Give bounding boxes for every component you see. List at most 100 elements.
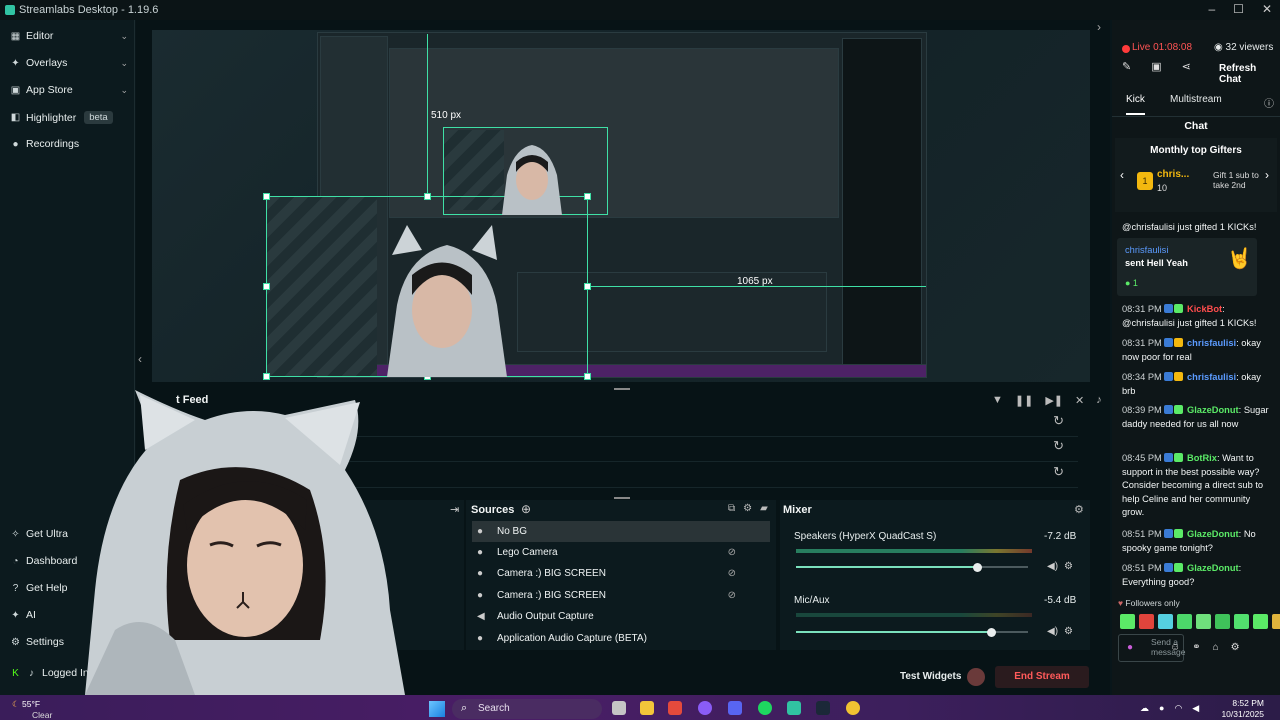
file-explorer-icon[interactable]	[640, 701, 654, 715]
source-item[interactable]: ● Application Audio Capture (BETA)	[472, 628, 770, 649]
volume-icon[interactable]: ♪	[1096, 394, 1102, 407]
weather-widget[interactable]: ☾ 55°F Clear	[12, 699, 52, 720]
refresh-icon[interactable]: ↻	[1053, 438, 1064, 454]
spotify-icon[interactable]	[758, 701, 772, 715]
next-arrow-icon[interactable]: ›	[1265, 168, 1269, 182]
refresh-icon[interactable]: ↻	[1053, 464, 1064, 480]
pause-icon[interactable]: ❚❚	[1015, 394, 1033, 407]
gear-icon[interactable]: ⚙	[1064, 561, 1073, 572]
share-icon[interactable]: ⋖	[1182, 60, 1191, 73]
skip-icon[interactable]: ▶❚	[1045, 394, 1063, 407]
speaker-icon[interactable]: ◀)	[1047, 561, 1058, 572]
maximize-icon[interactable]: ☐	[1233, 2, 1244, 16]
chat-username[interactable]: chrisfaulisi	[1125, 245, 1168, 255]
scene-collapse-icon[interactable]: ⇥	[450, 503, 459, 516]
resize-handle[interactable]	[263, 283, 270, 290]
resize-handle[interactable]	[263, 193, 270, 200]
tab-multistream[interactable]: Multistream	[1170, 94, 1222, 105]
record-button[interactable]	[967, 668, 985, 686]
nav-editor[interactable]: ▦ Editor ⌄	[10, 30, 128, 42]
chat-username[interactable]: GlazeDonut	[1187, 405, 1239, 415]
slider-knob[interactable]	[986, 627, 996, 637]
hidden-eye-icon[interactable]: ⊘	[728, 568, 736, 579]
test-widgets-button[interactable]: Test Widgets	[900, 671, 961, 682]
nav-app-store[interactable]: ▣ App Store ⌄	[10, 84, 128, 96]
emote-icon[interactable]	[1253, 614, 1268, 629]
gear-icon[interactable]: ⚙	[1074, 503, 1084, 516]
source-item[interactable]: ● Camera :) BIG SCREEN ⊘	[472, 585, 770, 606]
collapse-left-icon[interactable]: ‹	[138, 352, 142, 366]
add-source-icon[interactable]: ⊕	[521, 502, 531, 516]
volume-tray-icon[interactable]: ◀	[1192, 703, 1199, 714]
drag-handle[interactable]	[614, 388, 630, 390]
emote-icon[interactable]	[1139, 614, 1154, 629]
speaker-icon[interactable]: ◀)	[1047, 626, 1058, 637]
widgets-icon[interactable]: ▣	[1151, 60, 1161, 73]
windows-start-icon[interactable]	[429, 701, 445, 717]
chat-username[interactable]: GlazeDonut	[1187, 563, 1239, 573]
steam-icon[interactable]	[816, 701, 830, 715]
tab-kick[interactable]: Kick	[1126, 94, 1145, 115]
mic-icon[interactable]: ●	[1127, 642, 1133, 653]
emote-icon[interactable]	[1196, 614, 1211, 629]
discord-icon[interactable]	[728, 701, 742, 715]
duplicate-icon[interactable]: ⧉	[728, 503, 735, 514]
drag-handle[interactable]	[614, 497, 630, 499]
volume-slider[interactable]	[796, 627, 1028, 637]
nav-highlighter[interactable]: ◧ Highlighter beta	[10, 111, 128, 124]
settings-icon[interactable]: ⚙	[1231, 642, 1240, 653]
wifi-icon[interactable]: ◠	[1174, 703, 1182, 714]
emote-icon[interactable]	[1234, 614, 1249, 629]
streamlabs-icon[interactable]	[787, 701, 801, 715]
resize-handle[interactable]	[424, 193, 431, 200]
clock[interactable]: 8:52 PM 10/31/2025	[1218, 698, 1264, 720]
chat-username[interactable]: BotRix	[1187, 453, 1217, 463]
mute-alerts-icon[interactable]: ✕	[1075, 394, 1084, 407]
resize-handle[interactable]	[584, 283, 591, 290]
source-item[interactable]: ◀ Audio Output Capture	[472, 606, 770, 627]
chat-username[interactable]: KickBot	[1187, 304, 1222, 314]
nav-overlays[interactable]: ✦ Overlays ⌄	[10, 57, 128, 69]
end-stream-button[interactable]: End Stream	[995, 666, 1089, 688]
stream-preview[interactable]: 510 px 1065 px	[152, 30, 1090, 382]
emote-icon[interactable]	[1177, 614, 1192, 629]
expand-right-icon[interactable]: ›	[1097, 20, 1101, 34]
info-icon[interactable]: ⓘ	[1264, 95, 1274, 110]
source-item[interactable]: ● Lego Camera ⊘	[472, 542, 770, 563]
slider-knob[interactable]	[972, 562, 982, 572]
resize-handle[interactable]	[263, 373, 270, 380]
chat-username[interactable]: chrisfaulisi	[1187, 372, 1236, 382]
hidden-eye-icon[interactable]: ⊘	[728, 590, 736, 601]
minimize-icon[interactable]: –	[1208, 2, 1215, 16]
taskview-icon[interactable]	[612, 701, 626, 715]
taskbar-search[interactable]: ⌕ Search	[452, 699, 602, 719]
source-item[interactable]: ● No BG	[472, 521, 770, 542]
settings-icon[interactable]: ⚙	[743, 503, 752, 514]
resize-handle[interactable]	[584, 193, 591, 200]
emote-icon[interactable]	[1158, 614, 1173, 629]
gift-cta[interactable]: Gift 1 sub to take 2nd	[1213, 170, 1263, 190]
resize-handle[interactable]	[584, 373, 591, 380]
emote-icon[interactable]	[1272, 614, 1280, 629]
lock-icon[interactable]: ⌂	[1213, 642, 1219, 653]
emoji-icon[interactable]: ☺	[1170, 642, 1180, 653]
photos-icon[interactable]	[668, 701, 682, 715]
source-item[interactable]: ● Camera :) BIG SCREEN ⊘	[472, 563, 770, 584]
chrome-icon[interactable]	[846, 701, 860, 715]
chat-username[interactable]: GlazeDonut	[1187, 529, 1239, 539]
app-icon[interactable]	[698, 701, 712, 715]
mic-tray-icon[interactable]: ●	[1159, 703, 1164, 714]
link-icon[interactable]: ⚭	[1192, 642, 1200, 653]
refresh-icon[interactable]: ↻	[1053, 413, 1064, 429]
chat-username[interactable]: chrisfaulisi	[1187, 338, 1236, 348]
folder-icon[interactable]: ▰	[760, 503, 768, 514]
cloud-icon[interactable]: ☁	[1140, 703, 1149, 714]
refresh-chat-button[interactable]: Refresh Chat	[1219, 63, 1280, 85]
emote-icon[interactable]	[1215, 614, 1230, 629]
hidden-eye-icon[interactable]: ⊘	[728, 547, 736, 558]
volume-slider[interactable]	[796, 562, 1028, 572]
gear-icon[interactable]: ⚙	[1064, 626, 1073, 637]
filter-icon[interactable]: ▼	[992, 394, 1003, 407]
close-icon[interactable]: ✕	[1262, 2, 1272, 16]
nav-recordings[interactable]: ● Recordings	[10, 138, 128, 150]
